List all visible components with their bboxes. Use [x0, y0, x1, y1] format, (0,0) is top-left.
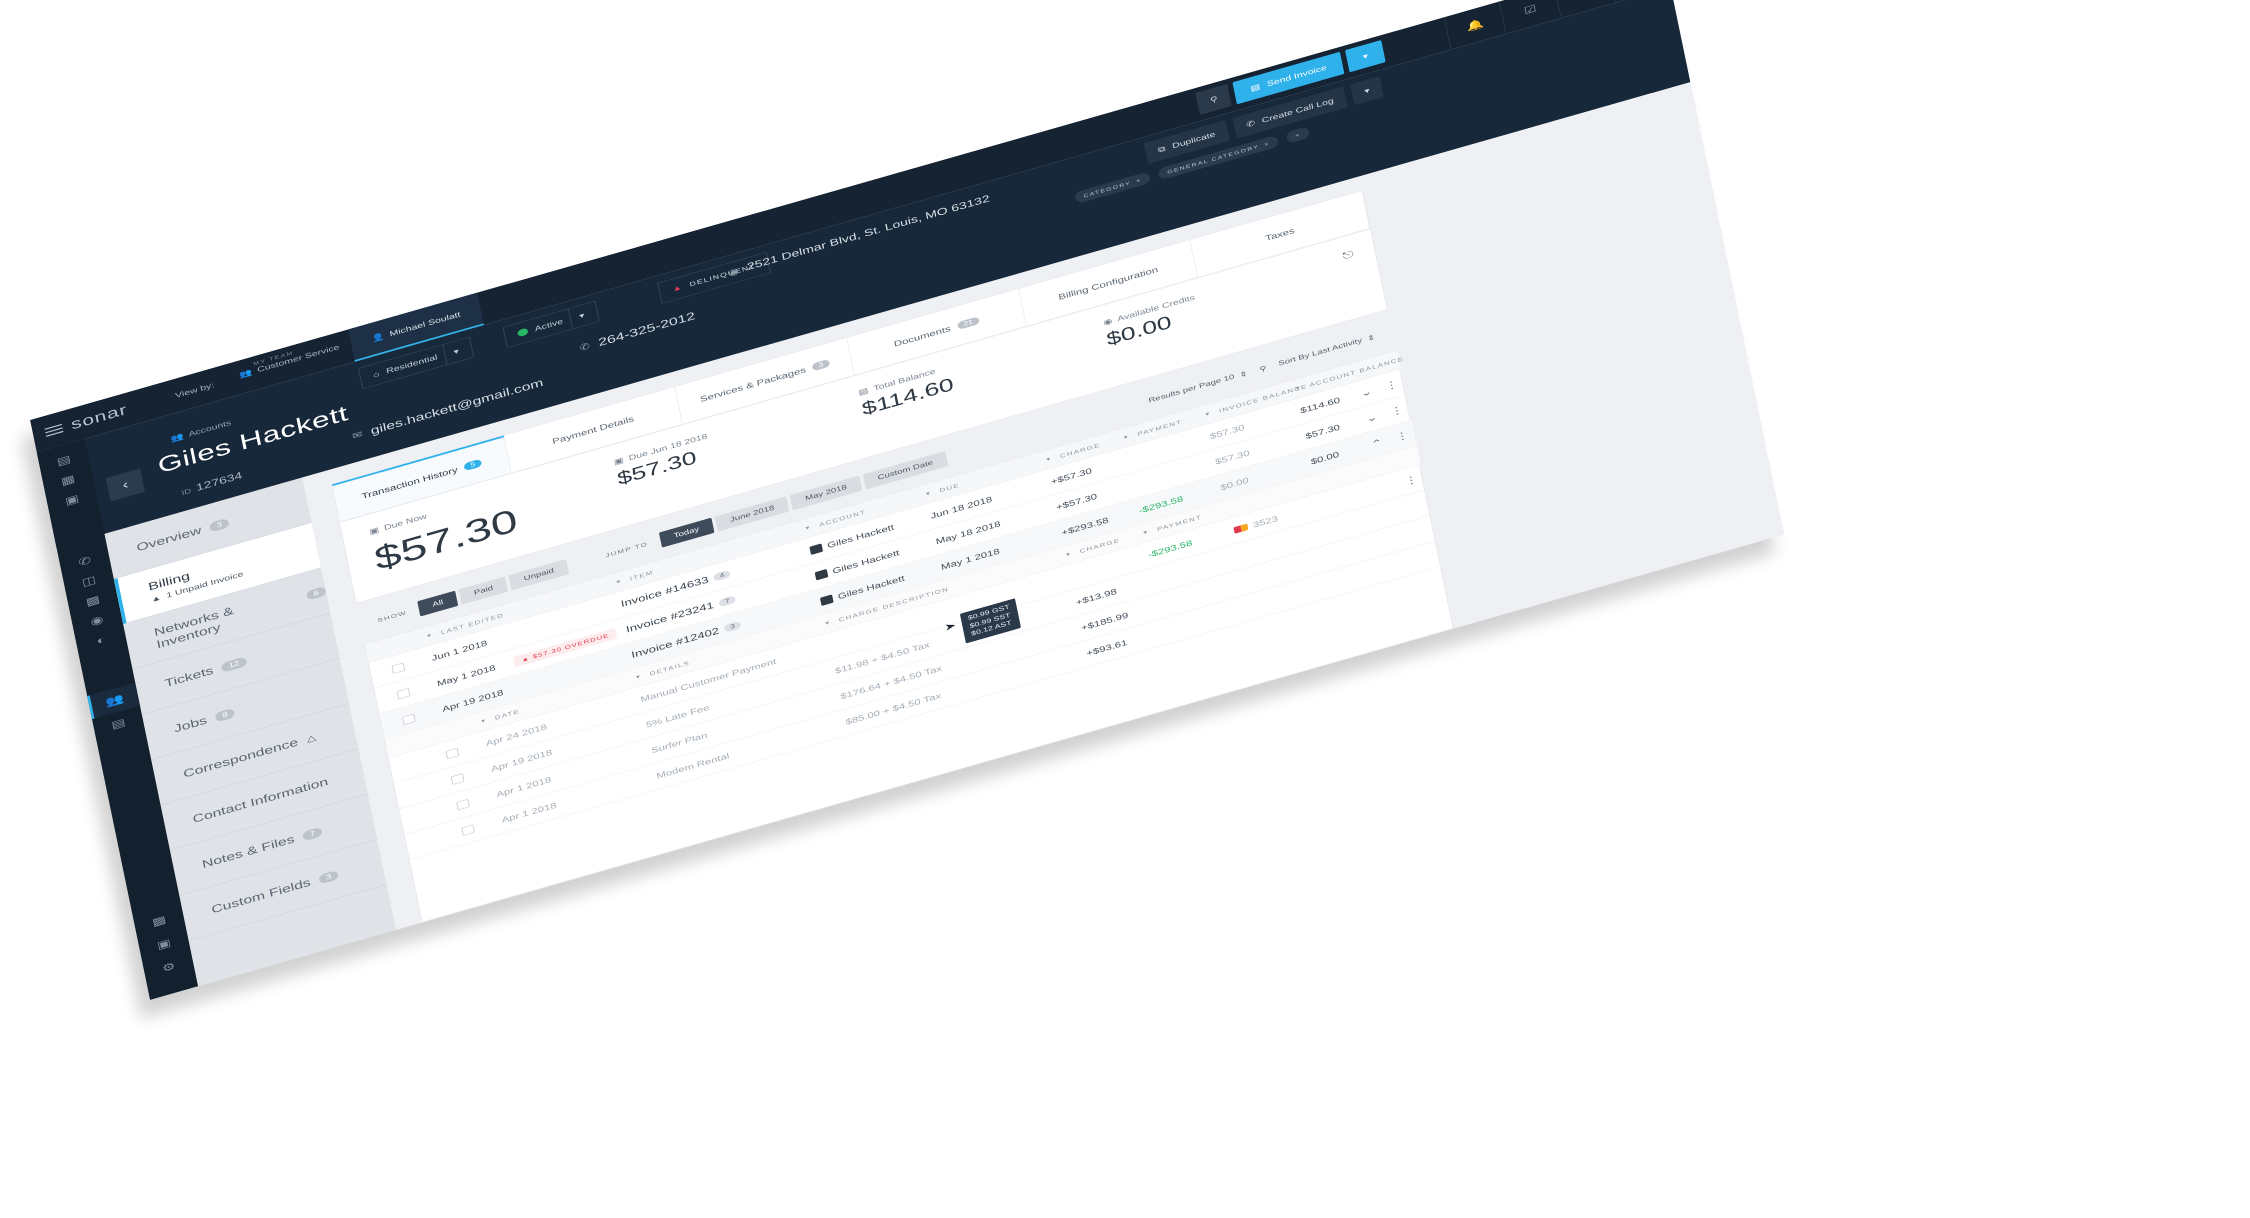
id-label: ID — [181, 487, 192, 497]
search-button[interactable]: ⚲ — [1195, 83, 1232, 115]
row-checkbox[interactable] — [456, 798, 470, 811]
chevron-down-icon: ▾ — [1361, 51, 1369, 61]
col-due-label: DUE — [939, 481, 961, 494]
subnav-label: Custom Fields — [210, 876, 312, 916]
search-icon: ⚲ — [1209, 94, 1219, 105]
tab-label: Documents — [893, 323, 952, 349]
invoice-icon: ▤ — [1249, 82, 1261, 93]
view-by-label: View by: — [174, 380, 215, 400]
tab-label: Taxes — [1264, 225, 1296, 243]
calendar-icon: ▣ — [368, 525, 380, 537]
show-label: SHOW — [376, 609, 408, 624]
send-invoice-label: Send Invoice — [1266, 63, 1328, 89]
plus-icon: + — [1294, 131, 1302, 139]
close-icon[interactable]: × — [1136, 177, 1142, 184]
row-checkbox[interactable] — [391, 662, 406, 674]
filter-all[interactable]: All — [417, 590, 459, 617]
account-icon — [814, 568, 829, 581]
home-icon: ⌂ — [372, 369, 381, 380]
count-badge: 3 — [318, 869, 340, 885]
duplicate-label: Duplicate — [1171, 129, 1217, 151]
jump-today[interactable]: Today — [658, 517, 715, 548]
piggy-bank-icon: ◉ — [1102, 316, 1114, 328]
count-badge: 12 — [220, 656, 248, 673]
sort-arrows-icon: ⇕ — [1366, 333, 1376, 343]
account-icon — [819, 594, 834, 606]
table-search-icon[interactable]: ⚲ — [1259, 364, 1267, 373]
count-badge: 8 — [214, 707, 236, 723]
chevron-left-icon: ‹ — [121, 477, 130, 492]
count-badge: 3 — [723, 620, 742, 633]
filter-paid[interactable]: Paid — [458, 576, 509, 605]
invoice-icon: ▤ — [857, 385, 870, 397]
row-checkbox[interactable] — [396, 687, 411, 700]
warning-icon: ▲ — [671, 283, 684, 294]
user-icon: 👤 — [370, 331, 386, 344]
customer-id: 127634 — [195, 470, 244, 494]
subnav-label: Jobs — [172, 713, 208, 735]
count-badge: 7 — [718, 595, 737, 608]
sort-arrows-icon: ⇕ — [1238, 369, 1249, 379]
row-checkbox[interactable] — [401, 713, 416, 725]
app-window: sonar View by: MY TEAM 👥 Customer Service… — [30, 0, 1784, 1000]
warning-icon: ▲ — [150, 592, 163, 604]
count-badge: 3 — [208, 517, 230, 533]
count-badge: 3 — [811, 358, 831, 371]
menu-icon[interactable] — [44, 423, 64, 437]
row-checkbox[interactable] — [450, 773, 465, 785]
kebab-menu-icon[interactable]: ⋮ — [1393, 422, 1412, 451]
count-badge: 6 — [305, 585, 327, 601]
phone-icon: ✆ — [1245, 118, 1256, 130]
close-icon[interactable]: × — [1264, 140, 1270, 147]
count-badge: 4 — [712, 569, 732, 582]
accounts-icon: 👥 — [169, 431, 185, 444]
col-item-label: ITEM — [629, 569, 654, 582]
calendar-icon: ▣ — [613, 455, 625, 467]
kebab-menu-icon[interactable]: ⋮ — [1387, 396, 1406, 425]
duplicate-icon: ⧉ — [1157, 143, 1167, 155]
kebab-menu-icon[interactable]: ⋮ — [1402, 466, 1421, 495]
chevron-down-icon: ▾ — [442, 340, 461, 365]
phone: 264-325-2012 — [597, 309, 697, 349]
mail-icon: ✉ — [351, 428, 364, 441]
detail-col-date-label: DATE — [494, 707, 521, 721]
subnav-label: Tickets — [163, 664, 215, 690]
more-actions-button[interactable]: ▾ — [1350, 76, 1384, 106]
subnav-label: Notes & Files — [200, 832, 296, 871]
check-circle-icon — [516, 327, 529, 338]
back-button[interactable]: ‹ — [105, 468, 145, 502]
warning-icon: △ — [305, 731, 317, 744]
row-checkbox[interactable] — [461, 824, 475, 836]
chevron-down-icon[interactable]: ⌄ — [1363, 404, 1380, 432]
team-icon: 👥 — [238, 367, 253, 380]
chevron-down-icon[interactable]: ⌄ — [1358, 378, 1375, 406]
jump-to-label: JUMP TO — [604, 540, 649, 559]
category-tag[interactable]: CATEGORY × — [1073, 171, 1152, 205]
account-status: Active — [533, 316, 564, 334]
count-badge: 7 — [301, 826, 323, 842]
chevron-down-icon: ▾ — [1363, 85, 1371, 96]
add-category-button[interactable]: + — [1285, 125, 1311, 144]
count-badge: 5 — [463, 458, 483, 472]
account-type: Residential — [385, 352, 439, 376]
chevron-up-icon[interactable]: ⌃ — [1369, 429, 1386, 457]
count-badge: 21 — [956, 316, 980, 330]
send-options-button[interactable]: ▾ — [1345, 39, 1386, 73]
category-label: CATEGORY — [1082, 179, 1132, 199]
filter-unpaid[interactable]: Unpaid — [508, 559, 570, 591]
account-icon — [809, 543, 824, 555]
chevron-down-icon: ▾ — [567, 305, 587, 329]
row-checkbox[interactable] — [445, 747, 460, 760]
mastercard-icon — [1233, 523, 1249, 534]
stage: sonar View by: MY TEAM 👥 Customer Service… — [0, 0, 2250, 1218]
kebab-menu-icon[interactable]: ⋮ — [1382, 371, 1401, 400]
subnav-label: Overview — [135, 523, 203, 554]
create-call-log-label: Create Call Log — [1260, 96, 1335, 125]
card-last4: 3523 — [1252, 513, 1279, 530]
phone-icon: ✆ — [578, 340, 591, 353]
